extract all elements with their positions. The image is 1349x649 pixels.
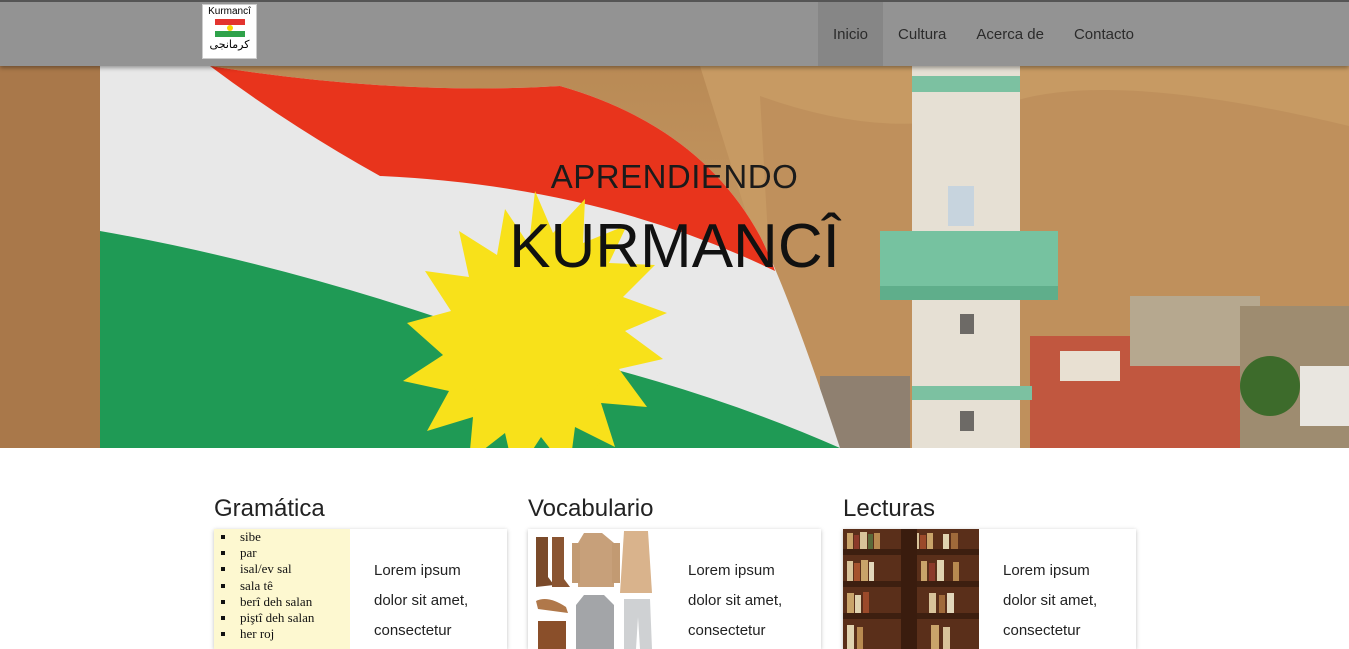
card-text: Lorem ipsum dolor sit amet, consectetur <box>1003 562 1098 639</box>
hero-title: KURMANCÎ <box>509 212 840 281</box>
kurdistan-flag-icon <box>214 19 245 37</box>
grammar-word: berî deh salan <box>236 594 350 610</box>
grammar-word: par <box>236 545 350 561</box>
section-heading: Lecturas <box>843 495 936 522</box>
grammar-word: piştî deh salan <box>236 610 350 626</box>
grammar-word: her roj <box>236 626 350 642</box>
section-gramatica: Gramática sibe par isal/ev sal sala tê b… <box>214 495 507 649</box>
grammar-word: sala tê <box>236 578 350 594</box>
hero-subtitle: APRENDIENDO <box>550 158 799 195</box>
site-logo[interactable]: Kurmancî کرمانجی <box>202 4 257 59</box>
bookshelf-thumbnail <box>843 529 979 649</box>
gramatica-card[interactable]: sibe par isal/ev sal sala tê berî deh sa… <box>214 529 507 649</box>
top-navbar: Kurmancî کرمانجی Inicio Cultura Acerca d… <box>0 0 1349 66</box>
clothing-thumbnail <box>528 529 664 649</box>
card-text: Lorem ipsum dolor sit amet, consectetur <box>374 562 469 639</box>
logo-text-arabic: کرمانجی <box>209 38 250 51</box>
section-vocabulario: Vocabulario Lorem ipsum dolor sit amet, … <box>528 495 821 649</box>
section-lecturas: Lecturas Lorem ipsum dolor sit amet, con… <box>843 495 1136 649</box>
hero-banner: APRENDIENDO KURMANCÎ <box>0 66 1349 448</box>
section-heading: Vocabulario <box>528 495 654 522</box>
grammar-word: isal/ev sal <box>236 561 350 577</box>
card-text: Lorem ipsum dolor sit amet, consectetur <box>688 562 783 639</box>
grammar-word: sibe <box>236 529 350 545</box>
section-heading: Gramática <box>214 495 325 522</box>
vocabulario-card[interactable]: Lorem ipsum dolor sit amet, consectetur <box>528 529 821 649</box>
nav-item-contacto[interactable]: Contacto <box>1059 2 1149 66</box>
lecturas-card[interactable]: Lorem ipsum dolor sit amet, consectetur <box>843 529 1136 649</box>
grammar-list-thumbnail: sibe par isal/ev sal sala tê berî deh sa… <box>214 529 350 649</box>
nav-item-cultura[interactable]: Cultura <box>883 2 961 66</box>
nav-item-acerca-de[interactable]: Acerca de <box>961 2 1059 66</box>
nav-item-inicio[interactable]: Inicio <box>818 2 884 66</box>
logo-text-latin: Kurmancî <box>208 6 251 17</box>
main-nav: Inicio Cultura Acerca de Contacto <box>818 2 1149 66</box>
